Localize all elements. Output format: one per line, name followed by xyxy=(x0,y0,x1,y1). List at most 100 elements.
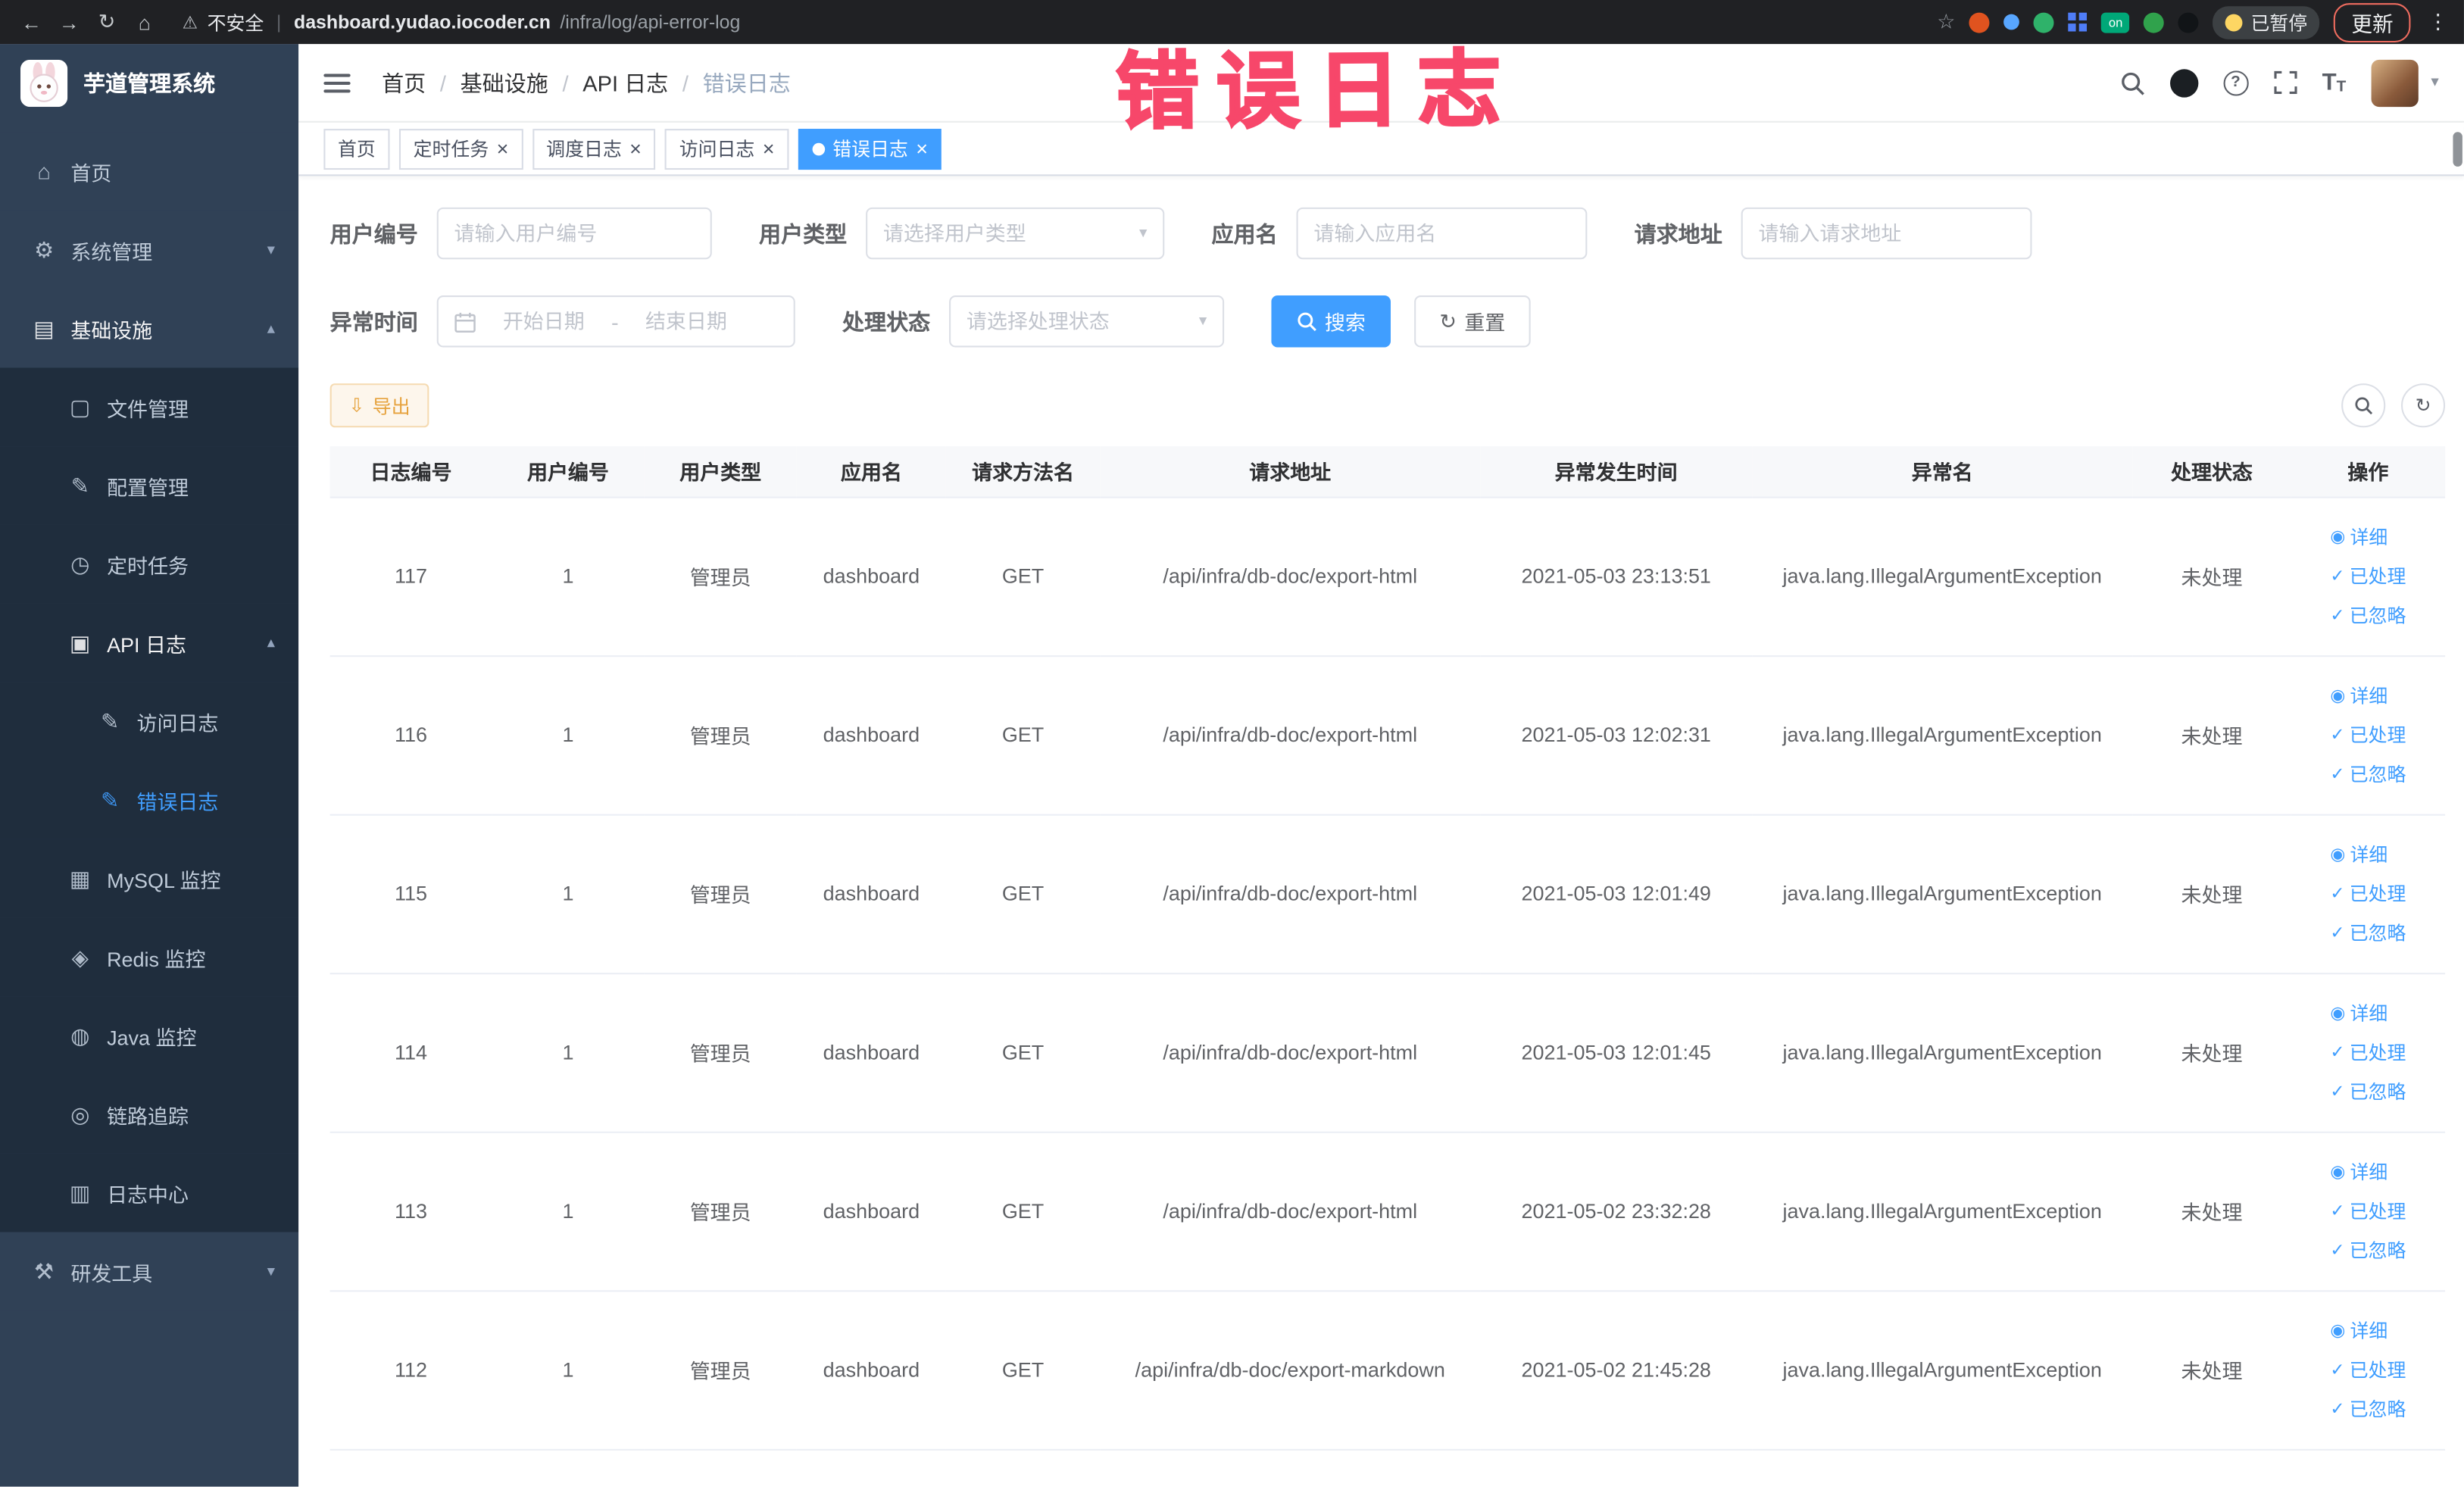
reload-icon[interactable]: ↻ xyxy=(91,9,122,34)
close-icon[interactable]: × xyxy=(497,139,509,159)
sidebar-item-7[interactable]: ✎ 访问日志 xyxy=(0,682,299,761)
breadcrumb-item-1[interactable]: 基础设施 xyxy=(461,67,548,98)
help-icon[interactable]: ? xyxy=(2222,70,2249,95)
chrome-menu-icon[interactable]: ⋮ xyxy=(2428,9,2448,34)
date-separator: - xyxy=(611,308,619,334)
sidebar-item-9[interactable]: ▦ MySQL 监控 xyxy=(0,839,299,918)
user-type-select-input[interactable] xyxy=(882,221,1130,245)
tab-label: 错误日志 xyxy=(832,138,908,161)
sidebar-item-label: 访问日志 xyxy=(136,711,219,735)
hamburger-icon[interactable] xyxy=(323,73,351,92)
extension-icon-blue[interactable] xyxy=(2003,14,2020,30)
breadcrumb-separator: / xyxy=(439,70,446,95)
address-bar[interactable]: ⚠ 不安全 | dashboard.yudao.iocoder.cn/infra… xyxy=(183,8,741,35)
processed-link[interactable]: ✓ 已处理 xyxy=(2330,1039,2406,1065)
ignored-link[interactable]: ✓ 已忽略 xyxy=(2330,761,2406,787)
eye-icon: ◉ xyxy=(2330,1004,2346,1023)
tab-2[interactable]: 调度日志 × xyxy=(532,128,656,170)
export-button[interactable]: ⇩ 导出 xyxy=(329,383,429,428)
extension-grid-icon[interactable] xyxy=(2068,12,2088,32)
request-url-input[interactable] xyxy=(1758,221,2015,245)
processed-link[interactable]: ✓ 已处理 xyxy=(2330,563,2406,589)
sidebar-item-10[interactable]: ◈ Redis 监控 xyxy=(0,917,299,997)
sidebar-item-8[interactable]: ✎ 错误日志 xyxy=(0,761,299,839)
extension-icon-leaf[interactable] xyxy=(2144,11,2165,33)
ignored-link[interactable]: ✓ 已忽略 xyxy=(2330,602,2406,629)
detail-link[interactable]: ◉ 详细 xyxy=(2330,1317,2387,1344)
processed-link[interactable]: ✓ 已处理 xyxy=(2330,1198,2406,1224)
back-icon[interactable]: ← xyxy=(16,10,47,33)
process-status-select[interactable]: ▾ xyxy=(949,295,1225,348)
reset-button[interactable]: ↻ 重置 xyxy=(1414,295,1531,348)
main-area: 首页 / 基础设施 / API 日志 / 错误日志 ? TT ▾ 首页 定时任务 × 调度日志 × 访… xyxy=(298,44,2464,1487)
ignored-link[interactable]: ✓ 已忽略 xyxy=(2330,1395,2406,1422)
processed-link[interactable]: ✓ 已处理 xyxy=(2330,721,2406,748)
detail-link[interactable]: ◉ 详细 xyxy=(2330,841,2387,867)
extension-on-badge[interactable]: on xyxy=(2101,11,2130,33)
cell-id: 114 xyxy=(329,973,492,1132)
sidebar-item-14[interactable]: ⚒ 研发工具 ▾ xyxy=(0,1232,299,1311)
scrollbar-thumb[interactable] xyxy=(2453,132,2462,167)
fullscreen-icon[interactable] xyxy=(2273,70,2297,94)
forward-icon[interactable]: → xyxy=(54,10,85,33)
detail-link[interactable]: ◉ 详细 xyxy=(2330,999,2387,1026)
ignored-link[interactable]: ✓ 已忽略 xyxy=(2330,1237,2406,1264)
extension-icon-orange[interactable] xyxy=(1969,11,1991,33)
toolbar-right-cluster: ↻ xyxy=(2341,383,2446,428)
processed-link[interactable]: ✓ 已处理 xyxy=(2330,1356,2406,1382)
refresh-button[interactable]: ↻ xyxy=(2400,383,2446,428)
sidebar-item-2[interactable]: ▤ 基础设施 ▴ xyxy=(0,289,299,368)
chevron-down-icon[interactable]: ▾ xyxy=(2431,74,2438,92)
ignored-link[interactable]: ✓ 已忽略 xyxy=(2330,920,2406,946)
avatar[interactable] xyxy=(2371,58,2419,107)
browser-chrome: ← → ↻ ⌂ ⚠ 不安全 | dashboard.yudao.iocoder.… xyxy=(0,0,2464,45)
user-id-input[interactable] xyxy=(454,221,695,245)
sidebar-item-5[interactable]: ◷ 定时任务 xyxy=(0,524,299,604)
sidebar-item-13[interactable]: ▥ 日志中心 xyxy=(0,1153,299,1232)
navbar-right-cluster: ? TT ▾ xyxy=(2119,58,2439,107)
bookmark-star-icon[interactable]: ☆ xyxy=(1937,9,1955,34)
home-icon[interactable]: ⌂ xyxy=(129,10,160,33)
exception-time-range-picker[interactable]: - xyxy=(436,295,795,348)
sidebar-item-4[interactable]: ✎ 配置管理 xyxy=(0,446,299,525)
request-url-input-wrap xyxy=(1741,207,2032,260)
sidebar-item-0[interactable]: ⌂ 首页 xyxy=(0,132,299,211)
breadcrumb-item-2[interactable]: API 日志 xyxy=(582,67,668,98)
app-name-input[interactable] xyxy=(1313,221,1570,245)
github-icon[interactable] xyxy=(2169,68,2198,97)
date-end-input[interactable] xyxy=(628,309,745,333)
tab-4[interactable]: 错误日志 × xyxy=(798,128,942,170)
user-type-select[interactable]: ▾ xyxy=(866,207,1165,260)
date-start-input[interactable] xyxy=(486,309,602,333)
breadcrumb-item-0[interactable]: 首页 xyxy=(382,67,426,98)
cell-url: /api/infra/db-doc/export-html xyxy=(1100,1131,1481,1292)
font-size-icon[interactable]: TT xyxy=(2322,69,2347,95)
search-icon[interactable] xyxy=(2119,70,2144,95)
tab-1[interactable]: 定时任务 × xyxy=(398,128,523,170)
sidebar-item-12[interactable]: ◎ 链路追踪 xyxy=(0,1075,299,1154)
process-status-select-input[interactable] xyxy=(966,309,1190,333)
paused-badge[interactable]: 已暂停 xyxy=(2213,5,2320,39)
sidebar-item-6[interactable]: ▣ API 日志 ▴ xyxy=(0,603,299,683)
extension-icon-green[interactable] xyxy=(2034,11,2055,33)
close-icon[interactable]: × xyxy=(916,139,928,159)
logo[interactable]: 芋道管理系统 xyxy=(0,44,298,123)
search-button[interactable]: 搜索 xyxy=(1271,295,1391,348)
detail-link[interactable]: ◉ 详细 xyxy=(2330,1158,2387,1185)
close-icon[interactable]: × xyxy=(629,139,642,159)
tags-bar: 首页 定时任务 × 调度日志 × 访问日志 × 错误日志 × xyxy=(298,122,2464,177)
sidebar-item-3[interactable]: ▢ 文件管理 xyxy=(0,367,299,447)
sidebar-item-1[interactable]: ⚙ 系统管理 ▾ xyxy=(0,210,299,289)
update-button[interactable]: 更新 xyxy=(2334,2,2411,42)
close-icon[interactable]: × xyxy=(763,139,775,159)
extension-icon-dark[interactable] xyxy=(2178,11,2200,33)
processed-link[interactable]: ✓ 已处理 xyxy=(2330,880,2406,907)
detail-link[interactable]: ◉ 详细 xyxy=(2330,682,2387,708)
ignored-link[interactable]: ✓ 已忽略 xyxy=(2330,1078,2406,1104)
cell-actions: ◉ 详细 ✓ 已处理 ✓ 已忽略 xyxy=(2291,814,2446,974)
tab-0[interactable]: 首页 xyxy=(323,128,390,170)
detail-link[interactable]: ◉ 详细 xyxy=(2330,523,2387,550)
tab-3[interactable]: 访问日志 × xyxy=(665,128,789,170)
sidebar-item-11[interactable]: ◍ Java 监控 xyxy=(0,996,299,1076)
search-toggle-button[interactable] xyxy=(2341,383,2386,428)
